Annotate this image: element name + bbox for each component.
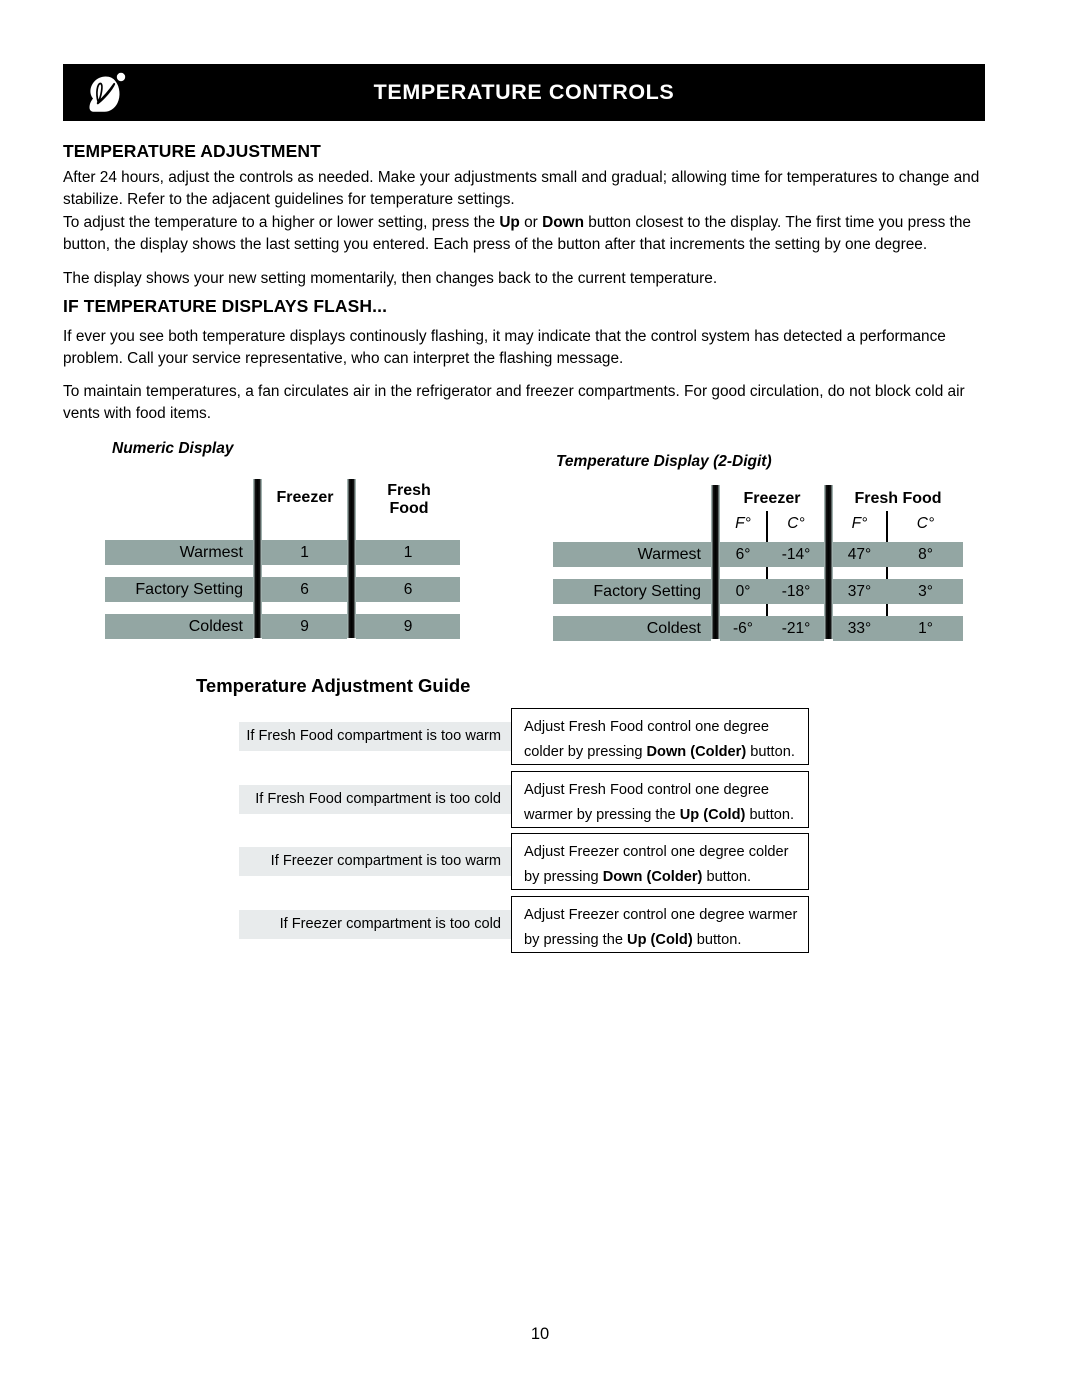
guide-condition-fresh-too-warm: If Fresh Food compartment is too warm (239, 722, 511, 751)
temp-cell-coldest-fresh-c: 1° (918, 620, 933, 637)
numeric-row-label-factory-setting: Factory Setting (135, 581, 243, 598)
temp-table-divider-1 (711, 485, 720, 639)
guide-action-fresh-too-cold: Adjust Fresh Food control one degree war… (511, 771, 809, 828)
numeric-row-label-coldest: Coldest (188, 618, 243, 635)
numeric-cell-coldest-fresh: 9 (403, 618, 413, 635)
temp-unit-header-fresh-f: F° (851, 515, 868, 532)
adjustment-guide-title: Temperature Adjustment Guide (196, 675, 471, 696)
temp-unit-header-freezer-c: C° (787, 515, 805, 532)
guide-condition-freezer-too-cold: If Freezer compartment is too cold (239, 910, 511, 939)
p2-bold-up: Up (499, 214, 520, 231)
action-bold: Down (Colder) (646, 744, 747, 760)
temp-cell-factory-freezer-f: 0° (735, 583, 751, 600)
temp-group-header-fresh-food: Fresh Food (854, 490, 942, 507)
guide-action-fresh-too-warm: Adjust Fresh Food control one degree col… (511, 708, 809, 765)
action-bold: Up (Cold) (627, 932, 693, 948)
fresh-line-2: Food (389, 500, 429, 517)
guide-action-line-2: by pressing Down (Colder) button. (524, 865, 808, 890)
action-bold: Up (Cold) (679, 807, 746, 823)
paragraph-display-momentary: The display shows your new setting momen… (63, 270, 718, 287)
guide-action-line-2: by pressing the Up (Cold) button. (524, 928, 808, 953)
paragraph-adjust-controls: After 24 hours, adjust the controls as n… (63, 169, 980, 209)
action-post: button. (702, 869, 752, 885)
temp-row-label-coldest: Coldest (646, 620, 701, 637)
numeric-cell-warmest-fresh: 1 (403, 544, 413, 561)
temp-unit-header-fresh-c: C° (916, 515, 935, 532)
temp-cell-warmest-fresh-c: 8° (918, 546, 933, 563)
page-title: TEMPERATURE CONTROLS (373, 80, 675, 104)
section-heading-temperature-adjustment: TEMPERATURE ADJUSTMENT (63, 141, 321, 161)
action-post: button. (745, 807, 795, 823)
action-post: button. (746, 744, 795, 760)
numeric-cell-coldest-freezer: 9 (300, 618, 309, 635)
numeric-table-divider-1 (253, 479, 262, 638)
paragraph-up-down-buttons: To adjust the temperature to a higher or… (63, 212, 986, 257)
numeric-cell-factory-freezer: 6 (300, 581, 309, 598)
temp-table-divider-2 (824, 485, 833, 639)
temp-group-header-freezer: Freezer (743, 490, 801, 507)
temperature-display-table-title: Temperature Display (2-Digit) (556, 453, 772, 470)
temp-unit-header-freezer-f: F° (735, 515, 751, 532)
numeric-cell-warmest-freezer: 1 (300, 544, 309, 561)
temp-cell-warmest-fresh-f: 47° (847, 546, 872, 563)
paragraph-flashing-displays: If ever you see both temperature display… (63, 328, 946, 368)
guide-action-line-1: Adjust Freezer control one degree colder (524, 844, 789, 860)
guide-action-line-1: Adjust Fresh Food control one degree (524, 782, 769, 798)
guide-condition-freezer-too-warm: If Freezer compartment is too warm (239, 847, 511, 876)
temp-cell-warmest-freezer-f: 6° (735, 546, 751, 563)
temp-row-label-factory-setting: Factory Setting (593, 583, 701, 600)
p2-bold-down: Down (542, 214, 584, 231)
p2-text-pre: To adjust the temperature to a higher or… (63, 214, 500, 231)
temp-cell-factory-fresh-c: 3° (918, 583, 933, 600)
temp-row-label-warmest: Warmest (637, 546, 701, 563)
action-pre: by pressing the (524, 932, 628, 948)
section-heading-displays-flash: IF TEMPERATURE DISPLAYS FLASH... (63, 296, 388, 316)
guide-action-line-2: colder by pressing Down (Colder) button. (524, 740, 808, 765)
page-header-bar: TEMPERATURE CONTROLS (63, 64, 985, 121)
temp-cell-coldest-freezer-c: -21° (781, 620, 811, 637)
numeric-col-header-fresh-food: Fresh Food (358, 482, 460, 518)
paragraph-fan-circulation: To maintain temperatures, a fan circulat… (63, 383, 965, 423)
page-number: 10 (530, 1325, 550, 1343)
numeric-row-label-warmest: Warmest (179, 544, 243, 561)
guide-action-line-1: Adjust Freezer control one degree warmer (524, 907, 798, 923)
numeric-col-header-freezer: Freezer (276, 489, 334, 506)
action-post: button. (692, 932, 742, 948)
action-pre: colder by pressing (524, 744, 647, 760)
numeric-table-divider-2 (347, 479, 356, 638)
temp-cell-coldest-fresh-f: 33° (847, 620, 872, 637)
action-bold: Down (Colder) (602, 869, 703, 885)
fresh-line-1: Fresh (387, 482, 431, 499)
temp-cell-warmest-freezer-c: -14° (781, 546, 811, 563)
action-pre: by pressing (524, 869, 603, 885)
guide-action-freezer-too-warm: Adjust Freezer control one degree colder… (511, 833, 809, 890)
temp-cell-coldest-freezer-f: -6° (733, 620, 753, 637)
guide-action-freezer-too-cold: Adjust Freezer control one degree warmer… (511, 896, 809, 953)
guide-action-line-1: Adjust Fresh Food control one degree (524, 719, 769, 735)
guide-condition-fresh-too-cold: If Fresh Food compartment is too cold (239, 785, 511, 814)
action-pre: warmer by pressing the (524, 807, 680, 823)
guide-action-line-2: warmer by pressing the Up (Cold) button. (524, 803, 808, 828)
temp-cell-factory-fresh-f: 37° (847, 583, 872, 600)
p2-text-mid: or (519, 214, 543, 231)
document-page: TEMPERATURE CONTROLS TEMPERATURE ADJUSTM… (0, 0, 1080, 1397)
temp-cell-factory-freezer-c: -18° (781, 583, 811, 600)
numeric-cell-factory-fresh: 6 (403, 581, 413, 598)
numeric-display-table-title: Numeric Display (112, 440, 234, 457)
